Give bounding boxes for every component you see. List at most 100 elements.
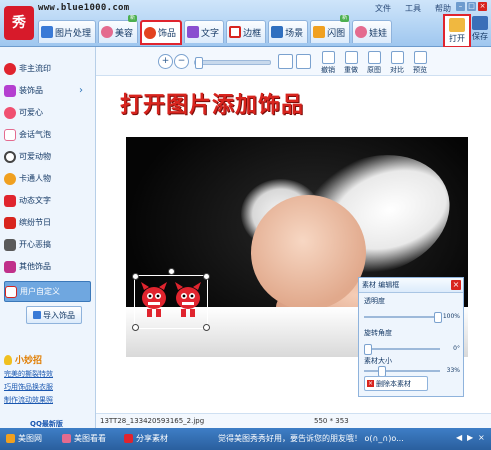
next-message-button[interactable]: ▶ [467,433,473,442]
open-button[interactable]: 打开 [443,14,471,48]
scene-icon [271,26,284,38]
new-badge: 新 [340,15,350,22]
delete-material-button[interactable]: × 删除本素材 [364,376,428,391]
prev-message-button[interactable]: ◀ [456,433,462,442]
delete-label: 删除本素材 [376,379,411,388]
status-message: 觉得美图秀秀好用，要告诉您的朋友哦！ o(∩_∩)o... [218,434,404,443]
size-value: 33% [446,367,460,374]
tips-box: 小妙招 完美的撕裂特效 巧用饰品换衣服 制作流动效果照 [4,353,90,405]
rotate-handle[interactable] [168,268,175,275]
status-bar: 美图网 美图看看 分享素材 觉得美图秀秀好用，要告诉您的朋友哦！ o(∩_∩)o… [0,428,491,450]
compare-button[interactable]: 对比 [387,51,407,75]
red-monster-sticker [175,282,201,317]
sidebar-item-other[interactable]: 其他饰品 [4,257,89,276]
share-material-link[interactable]: 分享素材 [124,433,168,444]
menu-help[interactable]: 帮助 [435,3,451,14]
resize-handle[interactable] [132,324,139,331]
sidebar-item-user-defined[interactable]: 用户自定义 [4,281,91,302]
tab-doll[interactable]: 娃娃 [352,20,393,43]
maximize-button[interactable]: □ [467,2,476,11]
sidebar-item-label: 装饰品 [19,86,43,95]
import-accessory-button[interactable]: 导入饰品 [26,306,82,324]
sidebar-item-cute-animals[interactable]: 可爱动物 [4,147,89,166]
sidebar-item-label: 会话气泡 [19,130,51,139]
tab-flash[interactable]: 新 闪图 [310,15,351,43]
film-icon [313,26,326,38]
sidebar-item-speech-bubbles[interactable]: 会话气泡 [4,125,89,144]
fit-screen-button[interactable] [278,54,293,69]
close-button[interactable]: × [478,2,487,11]
zoom-in-button[interactable]: + [158,54,173,69]
tab-image-processing[interactable]: 图片处理 [38,20,97,43]
share-icon [124,434,133,443]
original-label: 原图 [367,66,381,74]
floppy-icon [472,16,488,30]
tab-label: 饰品 [158,29,177,39]
sidebar-item-label: 动态文字 [19,196,51,205]
tab-accessories[interactable]: 饰品 [140,20,183,45]
actual-size-button[interactable] [296,54,311,69]
main-tabs: 图片处理 新 美容 饰品 文字 边框 场景 新 闪图 娃娃 [38,15,393,45]
tab-label: 图片处理 [55,28,92,39]
panel-header: 素材 编辑框 × [359,278,463,293]
import-icon [33,311,41,319]
resize-handle[interactable] [132,273,139,280]
panel-tabs[interactable]: 素材 编辑框 [362,280,399,290]
rotation-slider[interactable] [364,344,440,355]
tip-link[interactable]: 制作流动效果照 [4,395,90,405]
lightbulb-icon [4,354,12,365]
sticker-selection-box[interactable] [132,268,210,331]
tip-link[interactable]: 完美的撕裂特效 [4,369,90,379]
close-message-button[interactable]: × [478,433,485,442]
preview-button[interactable]: 预览 [410,51,430,75]
link-label: 美图看看 [74,434,106,443]
meitu-viewer-link[interactable]: 美图看看 [62,433,106,444]
zoom-slider[interactable] [194,57,271,69]
meitu-site-link[interactable]: 美图网 [6,433,42,444]
edit-toolbar: + − 撤销 重做 原图 对比 预览 [96,47,491,76]
resize-handle[interactable] [203,273,210,280]
redo-button[interactable]: 重做 [341,51,361,75]
tip-link[interactable]: 巧用饰品换衣服 [4,382,90,392]
bag-icon [4,260,16,273]
tips-title: 小妙招 [15,356,43,366]
tab-scene[interactable]: 场景 [268,20,309,43]
minimize-button[interactable]: – [456,2,465,11]
zoom-out-button[interactable]: − [174,54,189,69]
preview-icon [413,51,427,64]
transparency-slider[interactable] [364,312,442,323]
tab-label: 闪图 [327,28,346,39]
tab-text[interactable]: 文字 [184,20,225,43]
cartoon-face-icon [4,172,16,185]
sidebar-item-festivals[interactable]: 缤纷节日 [4,213,89,232]
sidebar-item-label: 非主流印 [19,64,51,73]
menu-file[interactable]: 文件 [375,3,391,14]
panel-close-button[interactable]: × [451,280,461,290]
open-label: 打开 [449,34,465,43]
original-button[interactable]: 原图 [364,51,384,75]
zoom-slider-thumb[interactable] [195,57,203,69]
undo-button[interactable]: 撤销 [318,51,338,75]
size-label: 素材大小 [364,357,392,365]
tab-border[interactable]: 边框 [226,20,267,43]
resize-handle[interactable] [203,324,210,331]
preview-label: 预览 [413,66,427,74]
sidebar-item-cute-hearts[interactable]: 可爱心 [4,103,89,122]
image-icon [41,26,53,38]
save-button[interactable]: 保存 [468,14,491,44]
save-label: 保存 [472,32,488,41]
slider-thumb[interactable] [434,312,442,323]
slider-thumb[interactable] [364,344,372,355]
sidebar-item-decorations[interactable]: 装饰品 [4,81,89,100]
sidebar-item-funny[interactable]: 开心恶搞 [4,235,89,254]
size-slider[interactable] [364,366,440,377]
sidebar-item-animated-text[interactable]: 动态文字 [4,191,89,210]
sidebar-item-cartoon-characters[interactable]: 卡通人物 [4,169,89,188]
rotation-value: 0° [453,345,460,352]
sidebar-item-label: 可爱动物 [19,152,51,161]
bow-icon [4,84,16,97]
tab-label: 文字 [201,28,220,39]
tab-beauty[interactable]: 新 美容 [98,15,139,43]
sidebar-item-nonmainstream[interactable]: 非主流印 [4,59,89,78]
menu-tools[interactable]: 工具 [405,3,421,14]
